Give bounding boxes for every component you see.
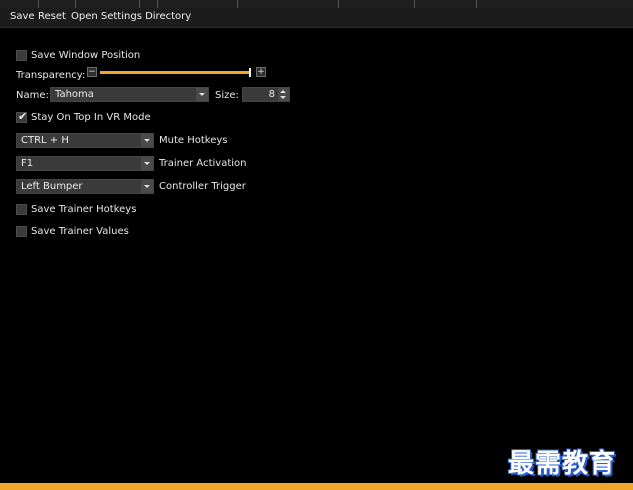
tab[interactable] xyxy=(139,0,140,8)
font-size-value: 8 xyxy=(268,89,275,100)
tab[interactable] xyxy=(38,0,39,8)
save-window-position-checkbox[interactable] xyxy=(16,50,27,61)
font-name-value: Tahoma xyxy=(55,89,94,100)
tab[interactable] xyxy=(476,0,477,8)
chevron-down-icon[interactable] xyxy=(141,157,153,170)
app-window: Save Reset Open Settings Directory Save … xyxy=(0,0,633,490)
mute-hotkeys-dropdown[interactable]: CTRL + H xyxy=(16,133,154,148)
transparency-increase-button[interactable]: + xyxy=(256,67,266,77)
mute-hotkeys-label: Mute Hotkeys xyxy=(159,135,228,146)
transparency-decrease-button[interactable]: − xyxy=(87,67,97,77)
watermark-logo: 最需教育 xyxy=(508,449,617,479)
mute-hotkeys-value: CTRL + H xyxy=(21,135,69,146)
tab[interactable] xyxy=(237,0,238,8)
stay-on-top-vr-label: Stay On Top In VR Mode xyxy=(31,112,151,123)
trainer-activation-value: F1 xyxy=(21,158,34,169)
tab[interactable] xyxy=(75,0,76,8)
tab[interactable] xyxy=(157,0,158,8)
transparency-slider-thumb[interactable] xyxy=(249,68,251,77)
controller-trigger-dropdown[interactable]: Left Bumper xyxy=(16,179,154,194)
save-trainer-values-label: Save Trainer Values xyxy=(31,226,129,237)
font-size-label: Size: xyxy=(215,90,239,101)
font-name-dropdown[interactable]: Tahoma xyxy=(50,87,209,102)
save-trainer-values-checkbox[interactable] xyxy=(16,226,27,237)
stay-on-top-vr-checkbox[interactable]: ✔ xyxy=(16,110,28,123)
chevron-down-icon[interactable] xyxy=(141,134,153,147)
spinner-arrows-icon[interactable] xyxy=(278,88,289,101)
chevron-down-icon[interactable] xyxy=(196,88,208,101)
save-window-position-label: Save Window Position xyxy=(31,50,141,61)
menu-save[interactable]: Save xyxy=(10,11,35,22)
trainer-activation-dropdown[interactable]: F1 xyxy=(16,156,154,171)
chevron-down-icon[interactable] xyxy=(141,180,153,193)
save-trainer-hotkeys-label: Save Trainer Hotkeys xyxy=(31,204,137,215)
menu-open-settings-directory[interactable]: Open Settings Directory xyxy=(71,11,191,22)
font-size-spinner[interactable]: 8 xyxy=(242,87,290,102)
spin-up-icon[interactable] xyxy=(280,90,286,93)
trainer-activation-label: Trainer Activation xyxy=(159,158,247,169)
settings-panel: Save Window Position Transparency: − + N… xyxy=(4,28,630,483)
transparency-label: Transparency: xyxy=(16,70,86,81)
tab[interactable] xyxy=(338,0,339,8)
transparency-slider-track[interactable] xyxy=(100,71,250,74)
menu-bar: Save Reset Open Settings Directory xyxy=(0,8,633,28)
controller-trigger-value: Left Bumper xyxy=(21,181,83,192)
menu-reset[interactable]: Reset xyxy=(38,11,66,22)
tab[interactable] xyxy=(414,0,415,8)
check-icon: ✔ xyxy=(18,110,28,123)
spin-down-icon[interactable] xyxy=(280,96,286,99)
bottom-accent-bar xyxy=(0,483,633,490)
font-name-label: Name: xyxy=(16,90,49,101)
controller-trigger-label: Controller Trigger xyxy=(159,181,246,192)
save-trainer-hotkeys-checkbox[interactable] xyxy=(16,204,27,215)
